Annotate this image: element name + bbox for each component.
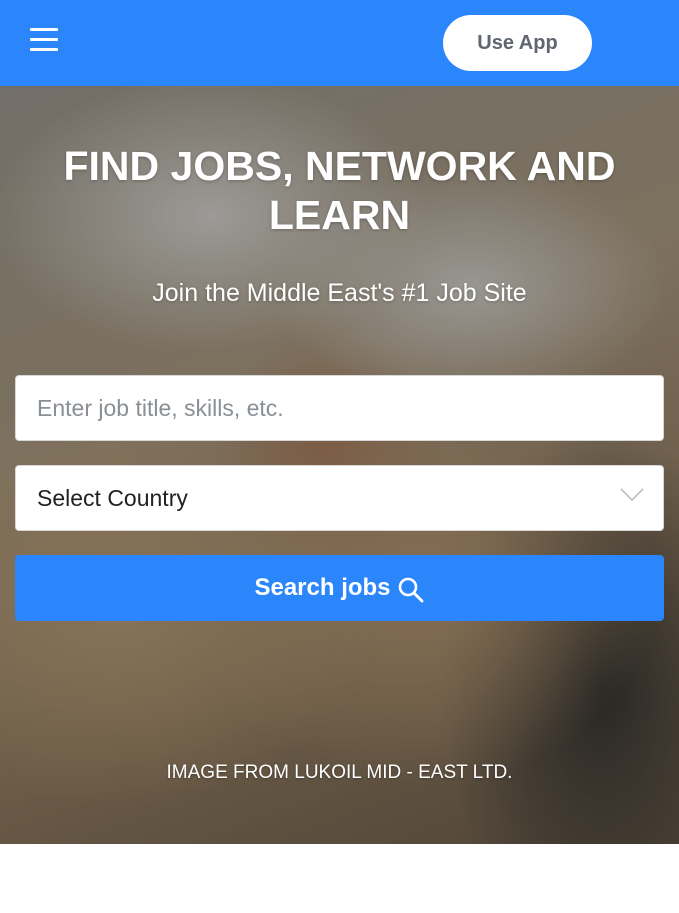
search-jobs-label: Search jobs <box>254 574 391 601</box>
job-search-input[interactable] <box>15 375 664 441</box>
use-app-button[interactable]: Use App <box>443 15 592 71</box>
top-bar: Use App <box>0 0 679 86</box>
hero-title: FIND JOBS, NETWORK AND LEARN <box>63 143 616 238</box>
search-icon <box>398 577 423 603</box>
hero-subtitle: Join the Middle East's #1 Job Site <box>152 279 527 307</box>
image-credit: IMAGE FROM LUKOIL MID - EAST LTD. <box>166 762 513 783</box>
chevron-down-icon <box>620 488 644 502</box>
search-jobs-button[interactable]: Search jobs <box>15 555 664 621</box>
country-select-value: Select Country <box>37 484 188 511</box>
country-select[interactable]: Select Country <box>15 465 664 531</box>
hero-section: FIND JOBS, NETWORK AND LEARN Join the Mi… <box>0 86 679 844</box>
hamburger-menu-icon[interactable] <box>22 20 66 60</box>
